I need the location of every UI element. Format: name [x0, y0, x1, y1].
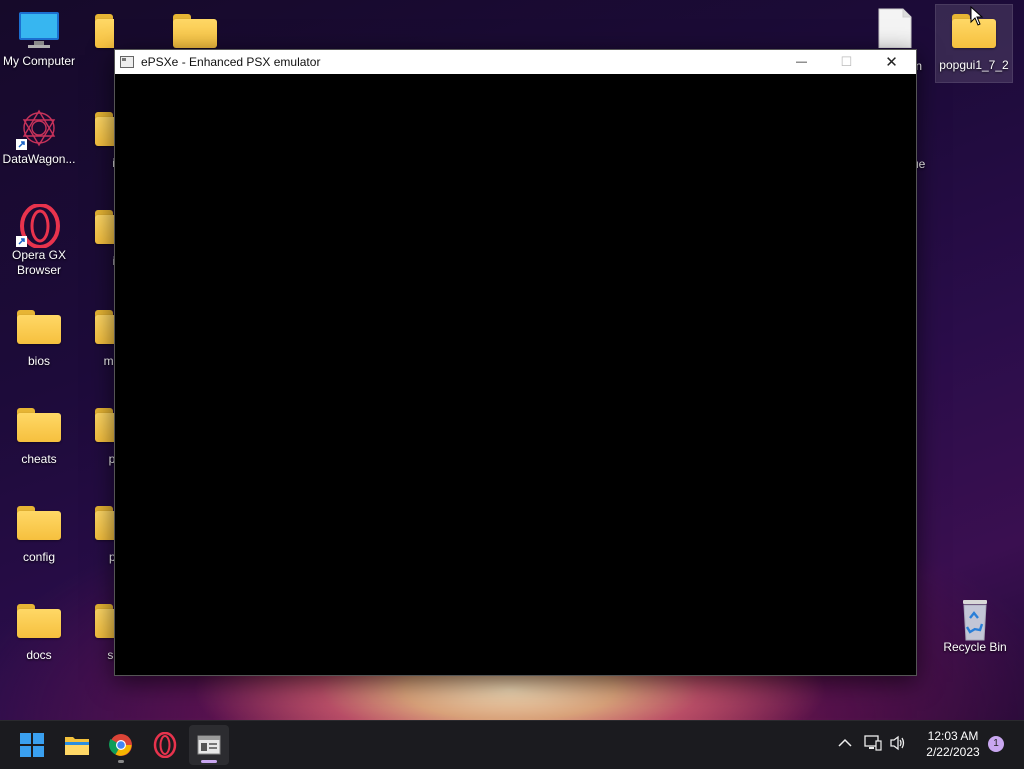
- folder-icon: [95, 310, 114, 344]
- desktop-folder-docs[interactable]: docs: [1, 600, 77, 663]
- chrome-button[interactable]: [101, 725, 141, 765]
- taskbar-clock[interactable]: 12:03 AM 2/22/2023: [908, 728, 998, 760]
- folder-icon: [173, 14, 217, 48]
- running-indicator: [118, 760, 124, 763]
- desktop-folder-bios[interactable]: bios: [1, 306, 77, 369]
- desktop-folder-col2-6[interactable]: plu: [80, 502, 114, 565]
- datawagon-icon: [16, 108, 62, 150]
- desktop-folder-config[interactable]: config: [1, 502, 77, 565]
- desktop-icon-label: pat: [108, 452, 114, 466]
- folder-icon: [95, 604, 114, 638]
- desktop-icon-recycle-bin[interactable]: Recycle Bin: [937, 596, 1013, 655]
- folder-icon: [95, 210, 114, 244]
- file-explorer-button[interactable]: [57, 725, 97, 765]
- opera-gx-icon: [153, 732, 177, 758]
- desktop-icon-my-computer[interactable]: My Computer: [1, 10, 77, 69]
- close-button[interactable]: ✕: [869, 50, 914, 74]
- desktop-icon-label: sha: [107, 648, 114, 662]
- desktop-icon-label: Recycle Bin: [943, 640, 1007, 654]
- desktop-folder-col2-5[interactable]: pat: [80, 404, 114, 467]
- desktop-folder-col2-3[interactable]: is: [80, 206, 114, 269]
- desktop-icon-opera-gx[interactable]: Opera GX Browser: [1, 203, 77, 278]
- desktop-icon-label: DataWagon...: [2, 152, 76, 166]
- clock-date: 2/22/2023: [926, 745, 980, 759]
- desktop-icon-label: Opera GX Browser: [11, 248, 67, 277]
- monitor-icon: [16, 10, 62, 50]
- desktop-icon-label: popgui1_7_2: [939, 58, 1009, 72]
- close-icon: ✕: [885, 54, 898, 71]
- desktop-icon-datawagon[interactable]: DataWagon...: [1, 108, 77, 167]
- folder-icon: [95, 112, 114, 146]
- desktop-folder-col2-7[interactable]: sha: [80, 600, 114, 663]
- desktop-folder-cheats[interactable]: cheats: [1, 404, 77, 467]
- desktop-folder-col3-1[interactable]: [157, 10, 233, 48]
- folder-icon: [17, 604, 61, 638]
- mouse-cursor-icon: [970, 6, 984, 26]
- tray-overflow-chevron-icon[interactable]: [838, 737, 852, 751]
- chrome-icon: [109, 734, 132, 756]
- desktop-icon-label: is: [80, 254, 114, 269]
- epsxe-window[interactable]: ePSXe - Enhanced PSX emulator — ☐ ✕: [114, 49, 917, 676]
- desktop-icon-label: config: [22, 550, 56, 564]
- file-icon: [873, 8, 919, 49]
- desktop-folder-col2-4[interactable]: mem: [80, 306, 114, 369]
- folder-icon: [95, 506, 114, 540]
- desktop-icon-label: mem: [103, 354, 114, 368]
- desktop-file-bin[interactable]: [858, 8, 934, 52]
- notification-badge[interactable]: 1: [988, 736, 1004, 752]
- folder-icon: [17, 506, 61, 540]
- folder-icon: [17, 310, 61, 344]
- minimize-icon: —: [796, 56, 807, 68]
- maximize-button[interactable]: ☐: [824, 50, 869, 74]
- minimize-button[interactable]: —: [779, 50, 824, 74]
- desktop-icon-label: My Computer: [2, 54, 76, 68]
- desktop-icon-label: i: [80, 58, 114, 73]
- epsxe-app-icon: [120, 56, 134, 68]
- windows-start-icon: [20, 733, 44, 757]
- volume-icon[interactable]: [889, 735, 907, 754]
- desktop-folder-col2-1[interactable]: i: [80, 10, 114, 73]
- desktop-icon-label: bios: [27, 354, 50, 368]
- folder-icon: [95, 14, 114, 48]
- desktop-icon-label: docs: [26, 648, 52, 662]
- window-title: ePSXe - Enhanced PSX emulator: [141, 55, 321, 69]
- desktop-icon-label: cheats: [21, 452, 57, 466]
- window-titlebar[interactable]: ePSXe - Enhanced PSX emulator — ☐ ✕: [115, 50, 916, 74]
- epsxe-taskbar-button[interactable]: [189, 725, 229, 765]
- opera-gx-taskbar-button[interactable]: [145, 725, 185, 765]
- desktop-column-2: i in is mem pat plu sha: [80, 0, 114, 720]
- file-explorer-icon: [65, 737, 89, 755]
- start-button[interactable]: [12, 725, 52, 765]
- network-icon[interactable]: [864, 735, 882, 754]
- desktop-icon-label: in: [80, 156, 114, 171]
- opera-gx-icon: [16, 203, 62, 249]
- active-indicator: [201, 760, 217, 763]
- folder-icon: [95, 408, 114, 442]
- desktop-folder-col2-2[interactable]: in: [80, 108, 114, 171]
- recycle-bin-icon: [952, 596, 998, 641]
- maximize-icon: ☐: [840, 54, 853, 69]
- epsxe-icon: [197, 735, 221, 755]
- folder-icon: [17, 408, 61, 442]
- desktop-icon-label: plu: [108, 550, 114, 564]
- clock-time: 12:03 AM: [927, 729, 979, 743]
- emulator-display[interactable]: [115, 74, 916, 675]
- taskbar: [0, 720, 1024, 769]
